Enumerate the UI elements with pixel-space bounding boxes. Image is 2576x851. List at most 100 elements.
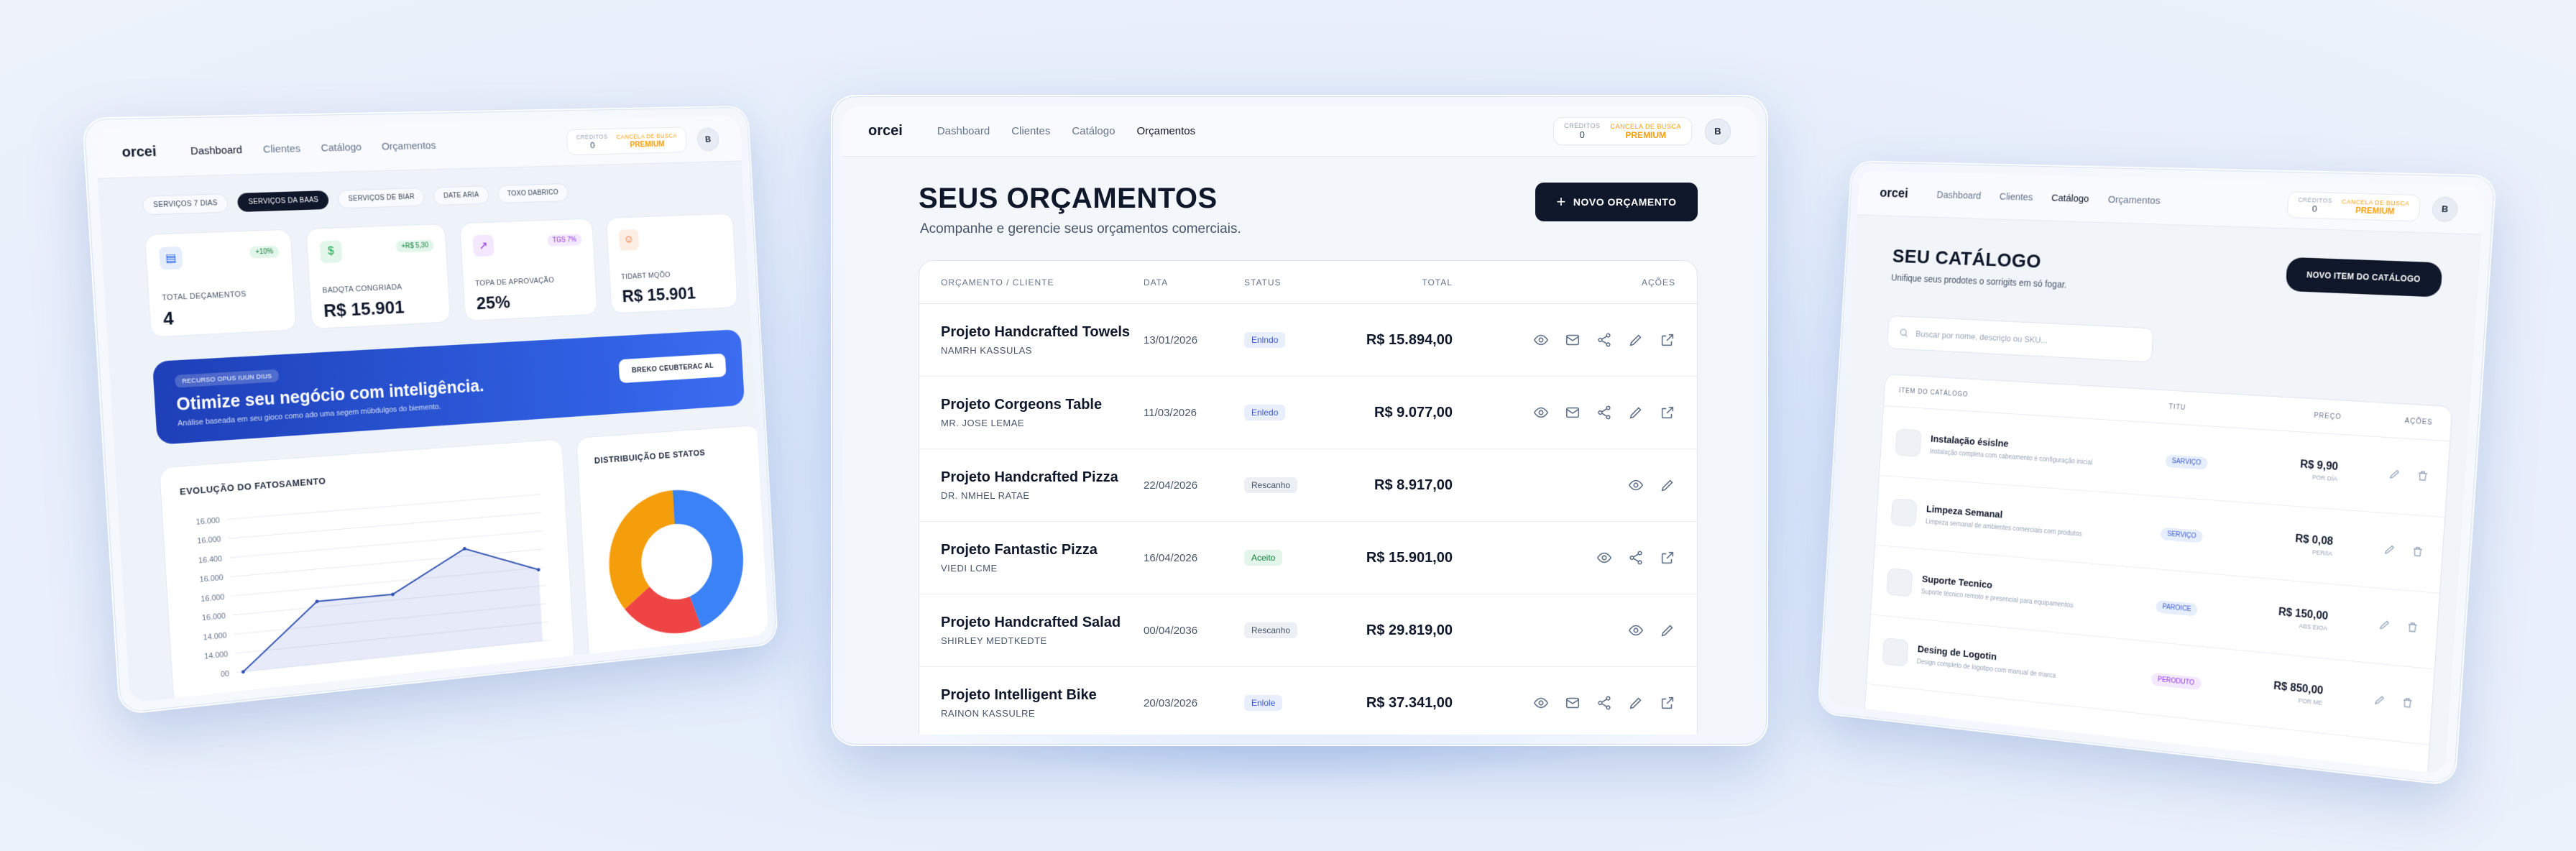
col-item[interactable]: ITEM DO CATÁLOGO (1885, 387, 2169, 411)
dashboard-window: orcei Dashboard Clientes Catálogo Orçame… (81, 105, 779, 716)
edit-icon[interactable] (1628, 405, 1644, 420)
project-name[interactable]: Projeto Handcrafted Towels (941, 324, 1144, 341)
nav-catalogo[interactable]: Catálogo (321, 142, 362, 155)
nav-dashboard[interactable]: Dashboard (190, 144, 243, 157)
nav-dashboard[interactable]: Dashboard (1936, 189, 1982, 201)
type-cell: PAROICE (2156, 599, 2241, 620)
price-cell: R$ 0,08 PER/IA (2245, 529, 2334, 557)
status-badge: Rescanho (1244, 477, 1298, 493)
trash-icon[interactable] (2406, 620, 2419, 638)
edit-icon[interactable] (1660, 477, 1675, 493)
mail-icon[interactable] (1565, 405, 1581, 420)
table-row[interactable]: Projeto Handcrafted Salad SHIRLEY MEDTKED… (919, 594, 1697, 667)
eye-icon[interactable] (1533, 405, 1549, 420)
project-name[interactable]: Projeto Handcrafted Pizza (941, 469, 1144, 486)
project-name[interactable]: Projeto Fantastic Pizza (941, 542, 1144, 558)
eye-icon[interactable] (1628, 622, 1644, 638)
item-thumbnail (1895, 428, 1922, 457)
avatar[interactable]: B (1705, 118, 1731, 144)
search-input[interactable]: Buscar por nome, descriçlo ou SKU... (1887, 315, 2154, 363)
avatar[interactable]: B (696, 126, 720, 152)
avatar[interactable]: B (2431, 196, 2459, 222)
brand-logo[interactable]: orcei (121, 144, 157, 161)
table-row[interactable]: Projeto Handcrafted Pizza DR. NMHEL RATAE… (919, 449, 1697, 522)
nav-dashboard[interactable]: Dashboard (937, 125, 990, 137)
eye-icon[interactable] (1533, 695, 1549, 711)
project-name[interactable]: Projeto Intelligent Bike (941, 687, 1144, 704)
eye-icon[interactable] (1596, 550, 1612, 566)
mail-icon[interactable] (1565, 332, 1581, 348)
edit-icon[interactable] (2383, 543, 2396, 559)
chip-active[interactable]: SERVIÇOS DA BAAS (237, 190, 330, 213)
external-icon[interactable] (1660, 332, 1675, 348)
catalogo-panel: orcei Dashboard Clientes Catálogo Orçame… (1827, 170, 2485, 774)
share-icon[interactable] (1596, 332, 1612, 348)
credits-box[interactable]: CRÉDITOS 0 CANCELA DE BUSCA PREMIUM (2286, 191, 2421, 222)
chip[interactable]: TOXO DABRICO (497, 183, 569, 204)
nav-orcamentos[interactable]: Orçamentos (2107, 194, 2161, 207)
orcamento-cell: Projeto Fantastic Pizza VIEDI LCME (919, 542, 1144, 574)
nav-clientes[interactable]: Clientes (262, 143, 300, 156)
external-icon[interactable] (1660, 695, 1675, 711)
edit-icon[interactable] (1628, 695, 1644, 711)
chip[interactable]: SERVIÇOS 7 DIAS (142, 193, 229, 216)
table-row[interactable]: Projeto Handcrafted Towels NAMRH KASSULAS… (919, 304, 1697, 377)
orcamento-cell: Projeto Handcrafted Salad SHIRLEY MEDTKED… (919, 615, 1144, 646)
edit-icon[interactable] (1660, 622, 1675, 638)
plan-value: PREMIUM (629, 139, 666, 150)
col-orcamento[interactable]: ORÇAMENTO / CLIENTE (919, 277, 1144, 288)
edit-icon[interactable] (1628, 332, 1644, 348)
share-icon[interactable] (1628, 550, 1644, 566)
actions-cell (1453, 695, 1697, 711)
col-preco[interactable]: PREÇO (2254, 408, 2342, 421)
grid-line (227, 494, 541, 520)
trash-icon[interactable] (2401, 696, 2414, 713)
share-icon[interactable] (1596, 695, 1612, 711)
new-orcamento-button[interactable]: + NOVO ORÇAMENTO (1535, 183, 1698, 221)
nav-catalogo[interactable]: Catálogo (1072, 125, 1115, 137)
share-icon[interactable] (1596, 405, 1612, 420)
search-icon (1899, 327, 1909, 338)
chip[interactable]: DATE ARIA (433, 185, 489, 206)
eye-icon[interactable] (1533, 332, 1549, 348)
item-cell: Suporte Tecnico Suporte técnico remoto e … (1872, 566, 2157, 620)
eye-icon[interactable] (1628, 477, 1644, 493)
brand-logo[interactable]: orcei (1880, 186, 1909, 201)
col-data[interactable]: DATA (1144, 277, 1244, 288)
nav-orcamentos[interactable]: Orçamentos (382, 139, 436, 152)
actions-cell (1453, 405, 1697, 420)
nav-catalogo[interactable]: Catálogo (2051, 193, 2089, 205)
col-status[interactable]: STATUS (1244, 277, 1345, 288)
project-name[interactable]: Projeto Corgeons Table (941, 397, 1144, 413)
chip[interactable]: SERVIÇOS DE BIAR (337, 187, 426, 209)
donut-slice (604, 490, 680, 611)
project-name[interactable]: Projeto Handcrafted Salad (941, 615, 1144, 631)
banner-tag: RECURSO OPUS IUUN DIUS (174, 369, 280, 388)
edit-icon[interactable] (2378, 618, 2391, 635)
dashboard-nav: orcei Dashboard Clientes Catálogo Orçame… (94, 116, 742, 179)
nav-orcamentos[interactable]: Orçamentos (1136, 125, 1195, 137)
actions-cell (1453, 477, 1697, 493)
new-catalog-item-button[interactable]: NOVO ITEM DO CATÁLOGO (2285, 257, 2443, 298)
status-cell: Rescanho (1244, 622, 1345, 638)
credits-box[interactable]: CRÉDITOS 0 CANCELA DE BUSCA PREMIUM (1553, 117, 1692, 145)
external-icon[interactable] (1660, 550, 1675, 566)
brand-logo[interactable]: orcei (868, 123, 903, 139)
table-row[interactable]: Projeto Corgeons Table MR. JOSE LEMAE 11/0… (919, 377, 1697, 449)
mail-icon[interactable] (1565, 695, 1581, 711)
total-cell: R$ 15.894,00 (1366, 331, 1453, 348)
trash-icon[interactable] (2411, 545, 2424, 561)
y-tick-label: 14.000 (203, 632, 227, 642)
table-row[interactable]: Projeto Intelligent Bike RAINON KASSULRE 2… (919, 667, 1697, 735)
status-cell: Rescanho (1244, 477, 1345, 493)
nav-clientes[interactable]: Clientes (1011, 125, 1050, 137)
external-icon[interactable] (1660, 405, 1675, 420)
nav-clientes[interactable]: Clientes (1999, 191, 2033, 203)
col-total[interactable]: TOTAL (1345, 277, 1453, 288)
table-row[interactable]: Projeto Fantastic Pizza VIEDI LCME 16/04/2… (919, 522, 1697, 594)
col-tipo[interactable]: TITU (2168, 403, 2254, 415)
edit-icon[interactable] (2388, 467, 2401, 484)
credits-box[interactable]: CRÉDITOS 0 CANCELA DE BUSCA PREMIUM (566, 126, 687, 156)
edit-icon[interactable] (2373, 693, 2386, 710)
trash-icon[interactable] (2416, 469, 2429, 486)
